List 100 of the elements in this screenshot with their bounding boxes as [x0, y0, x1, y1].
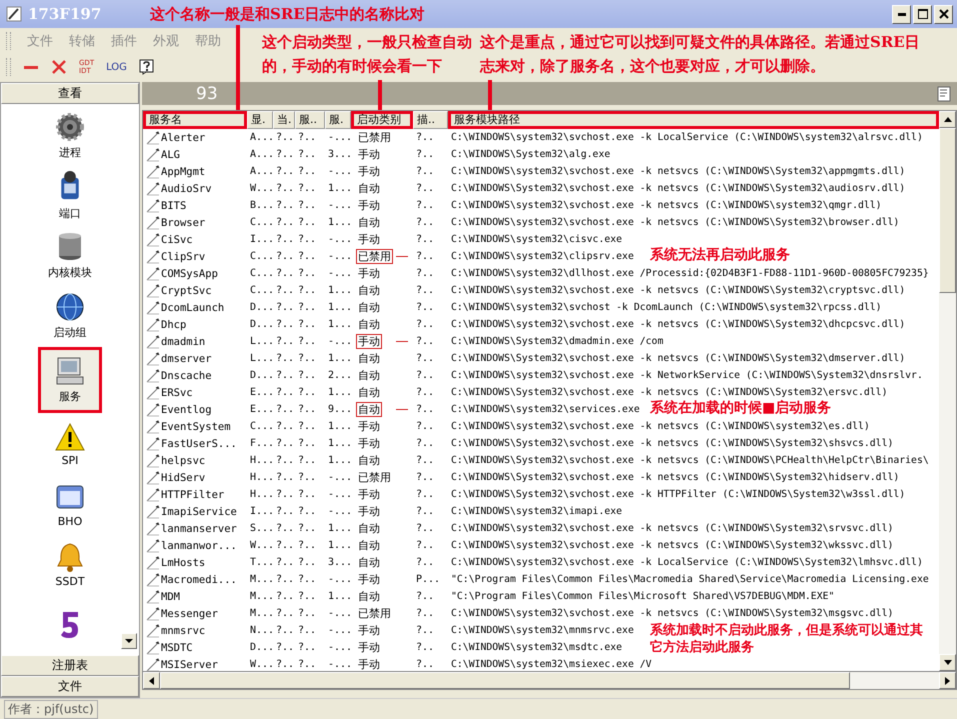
table-cell-text: E... — [249, 387, 273, 398]
column-header[interactable]: 服. — [325, 111, 351, 129]
column-header[interactable]: 当. — [273, 111, 295, 129]
table-cell-text: ?.. — [275, 506, 295, 517]
table-cell-text: ?.. — [297, 455, 318, 466]
sidebar-item[interactable]: BHO — [38, 476, 102, 533]
help-icon[interactable] — [138, 59, 155, 75]
module-path: C:\WINDOWS\system32\svchost.exe -k netsvcs (C:\WINDOWS\system32\es.dll) — [451, 421, 870, 432]
sidebar-item[interactable]: SPI — [38, 416, 102, 473]
horizontal-scrollbar[interactable] — [142, 672, 957, 690]
vertical-scrollbar[interactable] — [939, 111, 956, 671]
scroll-down-button[interactable] — [121, 633, 137, 649]
pen-icon — [146, 402, 160, 416]
column-header[interactable]: 服.. — [295, 111, 325, 129]
service-name: ImapiService — [161, 506, 237, 518]
minimize-button[interactable] — [892, 4, 911, 24]
scroll-right-button[interactable] — [939, 672, 956, 689]
sidebar-item[interactable]: 启动组 — [38, 287, 102, 344]
table-cell-text: D... — [249, 319, 273, 330]
window-title: 173F197 — [28, 5, 102, 23]
module-path: C:\WINDOWS\system32\clipsrv.exe — [451, 251, 634, 262]
startup-type: 自动 — [357, 317, 381, 332]
scroll-up-button[interactable] — [939, 111, 956, 128]
table-cell-text: ?.. — [415, 523, 436, 534]
scroll-thumb[interactable] — [160, 672, 850, 689]
pen-icon — [146, 182, 160, 196]
table-cell-text: ?.. — [297, 302, 318, 313]
sidebar-item[interactable]: 端口 — [38, 167, 102, 224]
table-cell-text: ?.. — [415, 557, 436, 568]
table-cell-text: ?.. — [297, 285, 318, 296]
module-path: C:\WINDOWS\System32\svchost.exe -k netsvcs (C:\WINDOWS\PCHealth\HelpCtr\Binaries\ — [451, 455, 929, 466]
table-cell-text: W... — [249, 183, 273, 194]
table-cell-text: ?.. — [415, 149, 436, 160]
sidebar-item[interactable]: SSDT — [38, 536, 102, 593]
table-cell-text: ?.. — [297, 608, 318, 619]
table-cell-text: 1... — [327, 285, 351, 296]
module-path: C:\WINDOWS\system32\mnmsrvc.exe — [451, 625, 634, 636]
column-header[interactable]: 服务模块路径 — [448, 111, 939, 129]
module-path: C:\WINDOWS\system32\svchost.exe -k netsvcs (C:\WINDOWS\System32\msgsvc.dll) — [451, 608, 894, 619]
caret-down-icon — [944, 660, 952, 665]
sidebar-item[interactable]: 内核模块 — [38, 227, 102, 284]
column-header[interactable]: 显. — [247, 111, 273, 129]
table-cell-text: ?.. — [297, 659, 318, 670]
table-cell-text: ?.. — [297, 438, 318, 449]
sidebar-button[interactable]: 文件 — [1, 676, 139, 697]
table-cell-text: ?.. — [275, 251, 295, 262]
table-cell-text: C... — [249, 251, 273, 262]
table-cell-text: 1... — [327, 591, 351, 602]
column-header[interactable]: 启动类别 — [351, 111, 413, 129]
document-icon[interactable] — [937, 86, 953, 102]
sidebar-item-label: BHO — [58, 514, 82, 528]
table-cell-text: ?.. — [275, 625, 295, 636]
table-cell-text: -... — [327, 574, 351, 585]
scroll-left-button[interactable] — [143, 672, 160, 689]
close-button[interactable] — [934, 4, 953, 24]
table-cell-text: 2... — [327, 370, 351, 381]
table-cell-text: ?.. — [275, 268, 295, 279]
view-button[interactable]: 查看 — [1, 83, 139, 104]
table-cell-text: 1... — [327, 183, 351, 194]
table-cell-text: C... — [249, 217, 273, 228]
scroll-thumb[interactable] — [939, 128, 956, 293]
service-name: mnmsrvc — [161, 624, 206, 636]
service-name: DcomLaunch — [161, 302, 224, 314]
pen-icon — [146, 148, 160, 162]
table-cell-text: 1... — [327, 319, 351, 330]
column-header[interactable]: 服务名 — [143, 111, 247, 129]
startup-type: 自动 — [357, 538, 381, 553]
module-path: C:\WINDOWS\System32\svchost.exe -k netsvcs (C:\WINDOWS\System32\dmserver.dll) — [451, 353, 906, 364]
table-cell-text: M... — [249, 574, 273, 585]
sidebar-item[interactable]: 进程 — [38, 107, 102, 164]
table-cell-text: ?.. — [415, 404, 436, 415]
scroll-down-button[interactable] — [939, 654, 956, 671]
table-cell-text: ?.. — [297, 574, 318, 585]
module-path: C:\WINDOWS\system32\msdtc.exe — [451, 642, 622, 653]
caret-right-icon — [945, 676, 950, 684]
column-header[interactable]: 描.. — [413, 111, 448, 129]
service-count: 93 — [196, 84, 218, 104]
startup-type: 自动 — [357, 521, 381, 536]
table-cell-text: -... — [327, 268, 351, 279]
toolbar-button[interactable]: LOG — [106, 62, 127, 72]
table-cell-text: W... — [249, 540, 273, 551]
close-icon — [938, 9, 948, 19]
startup-type: 自动 — [357, 368, 381, 383]
maximize-button[interactable] — [913, 4, 932, 24]
table-cell-text: ?.. — [275, 132, 295, 143]
sidebar-item[interactable]: 服务 — [38, 347, 102, 413]
toolbar-grip — [6, 32, 11, 50]
startup-type: 已禁用 — [357, 470, 392, 485]
table-cell-text: A... — [249, 132, 273, 143]
table-cell-text: ?.. — [415, 455, 436, 466]
table-cell-text: D... — [249, 642, 273, 653]
sidebar-button[interactable]: 注册表 — [1, 655, 139, 676]
startup-type: 手动 — [357, 232, 381, 247]
startup-type: 自动 — [357, 351, 381, 366]
close-icon[interactable] — [51, 59, 67, 75]
module-path: C:\WINDOWS\system32\svchost.exe -k netsvcs (C:\WINDOWS\System32\dhcpcsvc.dll) — [451, 319, 906, 330]
table-cell-text: W... — [249, 659, 273, 670]
table-cell-text: -... — [327, 506, 351, 517]
table-cell-text: ?.. — [415, 659, 436, 670]
table-cell-text: ?.. — [297, 183, 318, 194]
